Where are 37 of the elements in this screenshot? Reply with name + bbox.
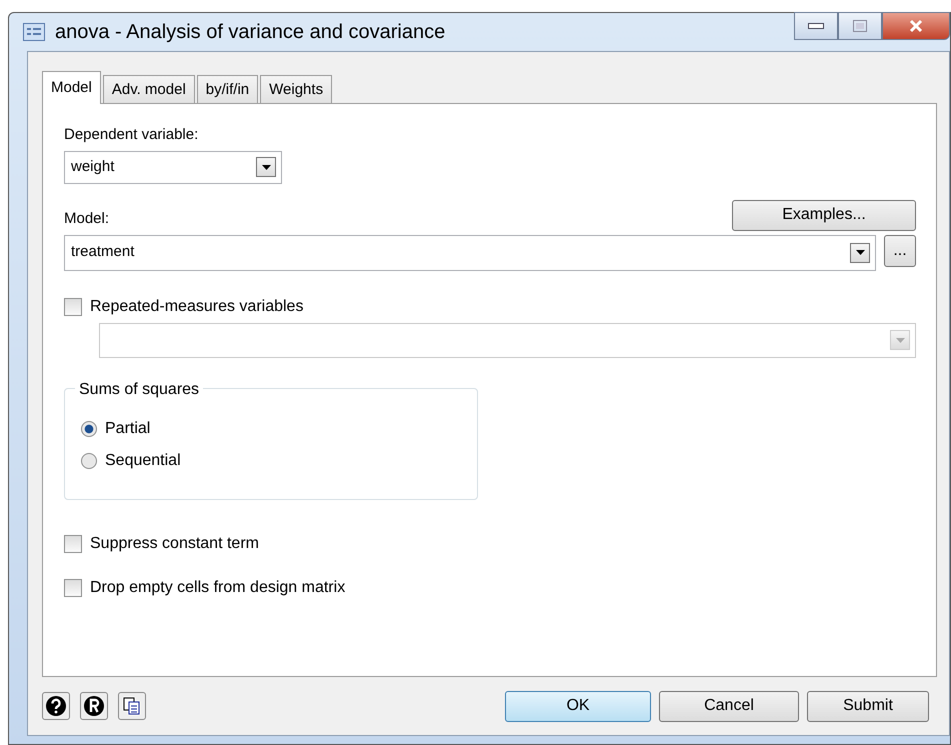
caret-icon: [850, 242, 870, 262]
examples-button[interactable]: Examples...: [732, 200, 916, 230]
maximize-icon: [853, 20, 867, 32]
checkbox[interactable]: [64, 298, 82, 316]
checkbox-label: Suppress constant term: [90, 534, 259, 554]
close-icon: [909, 19, 923, 33]
checkbox[interactable]: [64, 578, 82, 596]
radio-label: Partial: [105, 418, 150, 438]
tab[interactable]: Model: [42, 71, 101, 104]
radio-label: Sequential: [105, 450, 181, 470]
caret-icon: [890, 330, 910, 350]
window-title: anova - Analysis of variance and covariance: [55, 20, 446, 45]
window-icon: [23, 23, 45, 41]
tab[interactable]: by/if/in: [196, 75, 258, 103]
browse-button[interactable]: ...: [884, 234, 916, 266]
dialog-button[interactable]: OK: [505, 690, 651, 722]
checkbox-label: Drop empty cells from design matrix: [90, 578, 346, 598]
dialog-button[interactable]: Cancel: [659, 690, 799, 722]
caret-icon: [256, 157, 276, 177]
tab[interactable]: Adv. model: [102, 75, 195, 103]
reset-icon[interactable]: [80, 692, 108, 720]
field-label: Dependent variable:: [64, 125, 200, 145]
minimize-button[interactable]: [794, 12, 838, 40]
checkbox-label: Repeated-measures variables: [90, 296, 304, 316]
field-label: Model:: [64, 209, 110, 229]
dialog-button[interactable]: Submit: [807, 690, 929, 722]
minimize-icon: [808, 23, 824, 29]
radio-button[interactable]: [81, 452, 97, 468]
close-button[interactable]: [882, 12, 950, 40]
checkbox[interactable]: [64, 534, 82, 552]
help-icon[interactable]: [42, 692, 70, 720]
copy-icon[interactable]: [118, 692, 146, 720]
dependent-variable-dropdown[interactable]: weight: [64, 150, 282, 184]
maximize-button[interactable]: [838, 12, 882, 40]
tab[interactable]: Weights: [260, 75, 332, 103]
radio-button[interactable]: [81, 420, 97, 436]
model-dropdown[interactable]: treatment: [64, 234, 876, 270]
